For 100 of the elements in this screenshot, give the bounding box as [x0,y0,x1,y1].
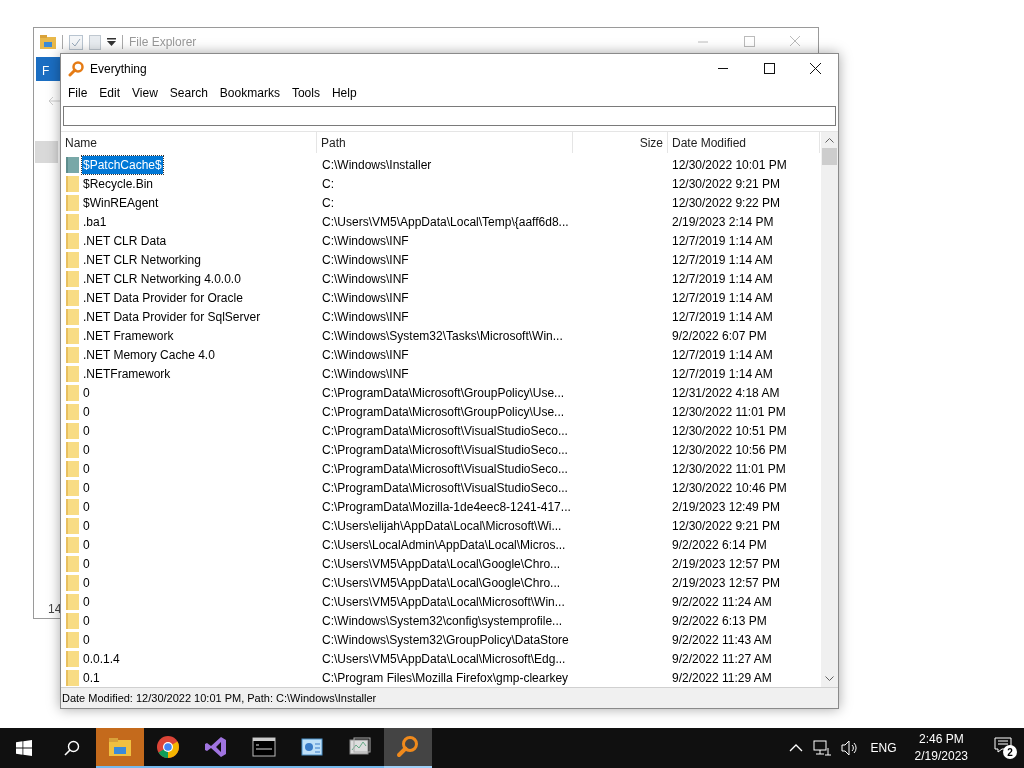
menu-item[interactable]: Edit [93,84,127,102]
item-count: 14 [48,601,62,618]
file-path: C:\Windows\INF [321,232,410,250]
menu-item[interactable]: View [126,84,164,102]
file-name[interactable]: 0.1 [82,668,101,687]
clock[interactable]: 2:46 PM 2/19/2023 [908,731,974,765]
column-header[interactable]: Name [61,132,317,153]
file-path: C:\ProgramData\Microsoft\VisualStudioSeco... [321,479,569,497]
windows-start-icon[interactable] [16,740,32,756]
dropdown-icon[interactable] [107,38,116,46]
column-header[interactable]: Date Modified [668,132,820,153]
file-name[interactable]: 0 [82,535,91,554]
network-icon[interactable] [812,740,831,756]
menu-item[interactable]: Help [325,84,363,102]
terminal-icon [252,735,276,759]
file-path: C:\Windows\INF [321,308,410,326]
file-name[interactable]: 0 [82,554,91,573]
file-name[interactable]: .NET Memory Cache 4.0 [82,345,216,364]
infinity-logo-icon [204,735,228,759]
file-name[interactable]: 0 [82,478,91,497]
file-name[interactable]: 0.0.1.4 [82,649,121,668]
scroll-up-icon[interactable] [825,137,834,143]
scroll-down-icon[interactable] [825,676,834,682]
status-bar: Date Modified: 12/30/2022 10:01 PM, Path: C:\Windows\Installer [61,687,838,708]
date-modified: 2/19/2023 12:57 PM [671,555,782,573]
file-name[interactable]: 0 [82,516,91,535]
date-modified: 12/30/2022 11:01 PM [671,460,787,478]
file-name[interactable]: 0 [82,573,91,592]
magnifier-icon [396,735,420,759]
file-path: C:\Windows\System32\config\systemprofile... [321,612,564,630]
file-name[interactable]: .ba1 [82,212,108,231]
file-name[interactable]: 0 [82,592,91,611]
file-name[interactable]: .NET Framework [82,326,175,345]
clock-date: 2/19/2023 [914,748,968,765]
date-modified: 9/2/2022 6:07 PM [671,327,768,345]
search-icon[interactable] [64,740,80,756]
file-name[interactable]: 0 [82,383,91,402]
date-modified: 12/30/2022 10:46 PM [671,479,788,497]
menu-item[interactable]: File [62,84,94,102]
file-path: C:\Users\VM5\AppData\Local\Microsoft\Edg... [321,650,567,668]
file-name[interactable]: $PatchCache$ [82,155,163,174]
file-name[interactable]: $Recycle.Bin [82,174,155,193]
date-modified: 2/19/2023 12:57 PM [671,574,782,592]
language-indicator[interactable]: ENG [868,739,899,757]
file-path: C:\ProgramData\Microsoft\GroupPolicy\Use... [321,384,566,402]
file-name[interactable]: .NET CLR Networking [82,250,202,269]
file-name[interactable]: .NET CLR Networking 4.0.0.0 [82,269,242,288]
file-path: C:\Windows\INF [321,270,410,288]
date-modified: 12/30/2022 9:21 PM [671,175,782,193]
file-path: C:\Windows\INF [321,289,410,307]
file-name[interactable]: 0 [82,440,91,459]
window-title: Everything [90,60,147,78]
menu-item[interactable]: Bookmarks [213,84,286,102]
menu-item[interactable]: Tools [285,84,326,102]
scroll-thumb[interactable] [822,148,837,165]
date-modified: 2/19/2023 12:49 PM [671,498,782,516]
file-name[interactable]: 0 [82,421,91,440]
window-title: File Explorer [129,34,197,51]
file-path: C:\ProgramData\Microsoft\VisualStudioSeco... [321,441,569,459]
file-path: C:\Windows\System32\Tasks\Microsoft\Win... [321,327,564,345]
file-path: C:\Users\VM5\AppData\Local\Google\Chro... [321,555,562,573]
chevron-up-icon[interactable] [788,744,803,752]
search-field[interactable] [63,106,836,126]
menu-item[interactable]: Search [163,84,214,102]
file-name[interactable]: 0 [82,402,91,421]
date-modified: 12/7/2019 1:14 AM [671,270,774,288]
date-modified: 12/7/2019 1:14 AM [671,289,774,307]
date-modified: 12/30/2022 9:21 PM [671,517,782,535]
date-modified: 12/31/2022 4:18 AM [671,384,781,402]
file-name[interactable]: 0 [82,497,91,516]
date-modified: 12/30/2022 11:01 PM [671,403,787,421]
date-modified: 2/19/2023 2:14 PM [671,213,775,231]
column-header[interactable]: Size [573,132,668,153]
file-path: C:\Users\VM5\AppData\Local\Microsoft\Win... [321,593,566,611]
date-modified: 12/30/2022 10:56 PM [671,441,788,459]
file-path: C:\Users\LocalAdmin\AppData\Local\Micros... [321,536,567,554]
file-name[interactable]: 0 [82,459,91,478]
file-name[interactable]: 0 [82,611,91,630]
file-name[interactable]: .NETFramework [82,364,172,383]
file-path: C:\ProgramData\Mozilla-1de4eec8-1241-417... [321,498,572,516]
file-name[interactable]: $WinREAgent [82,193,160,212]
taskbar-app[interactable] [384,728,432,768]
date-modified: 9/2/2022 11:43 AM [671,631,773,649]
file-path: C: [321,194,335,212]
nav-item-highlight [35,141,58,163]
file-name[interactable]: .NET CLR Data [82,231,168,250]
back-arrow-icon[interactable] [47,96,61,106]
speaker-icon[interactable] [840,740,859,756]
file-path: C: [321,175,335,193]
folder-icon[interactable] [40,35,56,49]
date-modified: 9/2/2022 6:13 PM [671,612,768,630]
file-name[interactable]: 0 [82,630,91,649]
ribbon-tab[interactable]: F [36,57,61,81]
date-modified: 9/2/2022 6:14 PM [671,536,768,554]
date-modified: 12/30/2022 10:01 PM [671,156,788,174]
file-name[interactable]: .NET Data Provider for SqlServer [82,307,262,326]
date-modified: 12/7/2019 1:14 AM [671,308,774,326]
date-modified: 12/7/2019 1:14 AM [671,346,774,364]
column-header[interactable]: Path [317,132,573,153]
file-name[interactable]: .NET Data Provider for Oracle [82,288,244,307]
